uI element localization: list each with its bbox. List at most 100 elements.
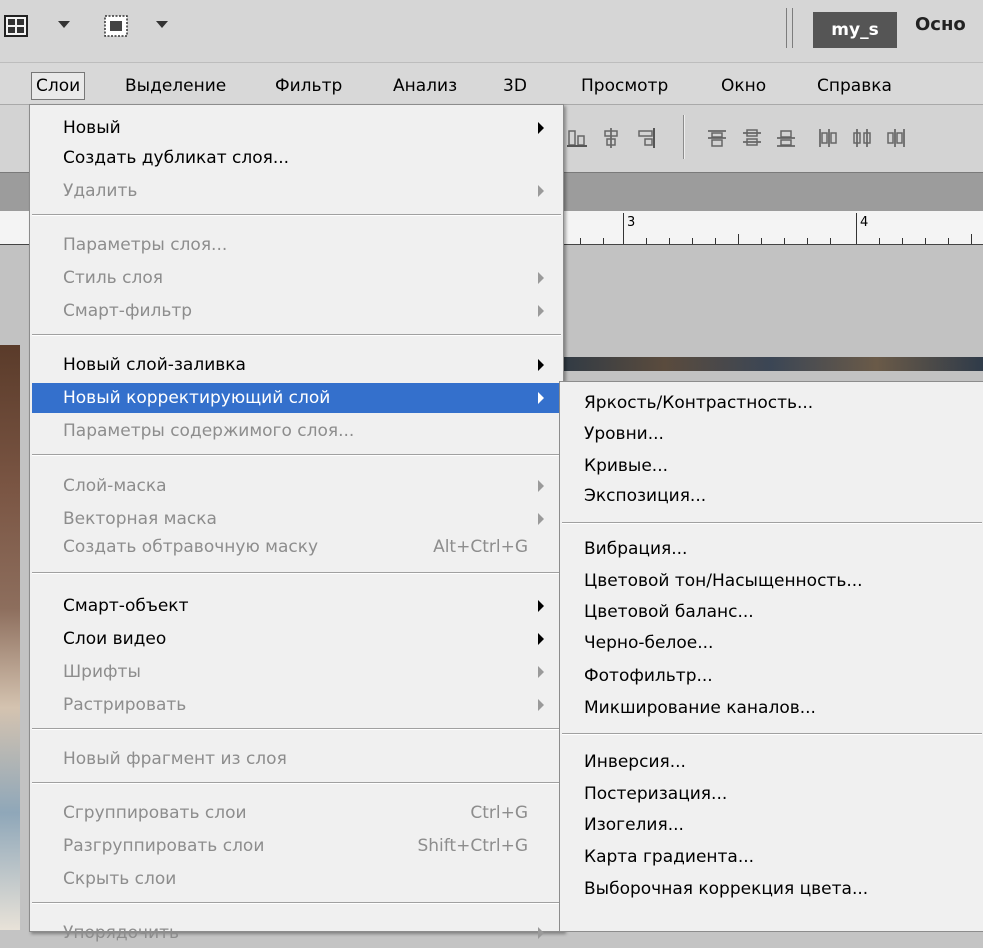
align-bottom-edges-icon[interactable] — [566, 127, 588, 149]
ruler-tick — [971, 234, 972, 244]
menu-item-layer-style[interactable]: Стиль слоя — [32, 263, 561, 293]
menu-3d[interactable]: 3D — [503, 73, 527, 99]
menu-item-hide-layers[interactable]: Скрыть слои — [32, 864, 561, 894]
submenu-item-gradient-map[interactable]: Карта градиента... — [562, 842, 982, 872]
submenu-item-label: Цветовой тон/Насыщенность... — [584, 571, 863, 591]
submenu-item-black-white[interactable]: Черно-белое... — [562, 628, 982, 658]
workspace-next-button[interactable]: Осно — [915, 14, 966, 35]
submenu-item-vibrance[interactable]: Вибрация... — [562, 534, 982, 564]
menu-item-rasterize[interactable]: Растрировать — [32, 690, 561, 720]
submenu-arrow-icon — [538, 305, 544, 317]
menu-filter[interactable]: Фильтр — [275, 73, 342, 99]
submenu-separator — [562, 733, 982, 735]
ruler-tick — [692, 238, 693, 244]
menu-item-ungroup-layers[interactable]: Разгруппировать слои Shift+Ctrl+G — [32, 831, 561, 861]
menu-item-label: Смарт-фильтр — [63, 301, 193, 321]
submenu-item-hue-saturation[interactable]: Цветовой тон/Насыщенность... — [562, 566, 982, 596]
menu-item-delete[interactable]: Удалить — [32, 176, 561, 206]
submenu-item-color-balance[interactable]: Цветовой баланс... — [562, 597, 982, 627]
menu-separator — [32, 902, 561, 904]
menu-item-duplicate-layer[interactable]: Создать дубликат слоя... — [32, 143, 561, 173]
ruler-tick — [669, 238, 670, 244]
menu-item-arrange[interactable]: Упорядочить — [32, 918, 561, 948]
menu-analysis[interactable]: Анализ — [393, 73, 457, 99]
submenu-arrow-icon — [538, 480, 544, 492]
menu-item-label: Новый фрагмент из слоя — [63, 749, 287, 769]
menu-item-label: Векторная маска — [63, 509, 217, 529]
menu-item-label: Слои видео — [63, 629, 167, 649]
submenu-item-label: Фотофильтр... — [584, 666, 713, 686]
arrange-documents-icon[interactable] — [4, 14, 28, 38]
menu-item-new-slice-from-layer[interactable]: Новый фрагмент из слоя — [32, 744, 561, 774]
menu-help[interactable]: Справка — [817, 73, 892, 99]
menu-separator — [32, 782, 561, 784]
menu-item-layer-properties[interactable]: Параметры слоя... — [32, 230, 561, 260]
ruler-tick — [623, 213, 624, 244]
menu-item-smart-object[interactable]: Смарт-объект — [32, 591, 561, 621]
align-horizontal-centers-icon[interactable] — [600, 127, 622, 149]
screen-mode-icon[interactable] — [104, 14, 128, 38]
menu-item-group-layers[interactable]: Сгруппировать слои Ctrl+G — [32, 798, 561, 828]
menu-separator — [32, 214, 561, 216]
photo-top-edge — [558, 357, 983, 371]
menu-item-vector-mask[interactable]: Векторная маска — [32, 504, 561, 534]
adjustment-layer-submenu: Яркость/Контрастность... Уровни... Кривы… — [559, 381, 983, 932]
submenu-separator — [562, 522, 982, 524]
shortcut-label: Shift+Ctrl+G — [417, 836, 528, 856]
submenu-item-curves[interactable]: Кривые... — [562, 451, 982, 481]
submenu-arrow-icon — [538, 666, 544, 678]
submenu-item-label: Карта градиента... — [584, 847, 755, 867]
menu-item-label: Упорядочить — [63, 923, 180, 943]
menu-item-new-adjustment-layer[interactable]: Новый корректирующий слой — [32, 383, 561, 413]
submenu-item-label: Инверсия... — [584, 752, 686, 772]
submenu-item-levels[interactable]: Уровни... — [562, 419, 982, 449]
submenu-item-brightness-contrast[interactable]: Яркость/Контрастность... — [562, 388, 982, 418]
menu-item-smart-filter[interactable]: Смарт-фильтр — [32, 296, 561, 326]
distribute-horizontal-centers-icon[interactable] — [851, 127, 873, 149]
submenu-item-label: Кривые... — [584, 456, 669, 476]
align-right-edges-icon[interactable] — [635, 127, 657, 149]
menu-layers[interactable]: Слои — [31, 72, 86, 100]
submenu-arrow-icon — [538, 359, 544, 371]
distribute-right-edges-icon[interactable] — [885, 127, 907, 149]
submenu-item-posterize[interactable]: Постеризация... — [562, 779, 982, 809]
submenu-item-selective-color[interactable]: Выборочная коррекция цвета... — [562, 874, 982, 904]
submenu-arrow-icon — [538, 122, 544, 134]
submenu-item-label: Яркость/Контрастность... — [584, 393, 814, 413]
ruler-label: 3 — [627, 215, 636, 230]
menu-window[interactable]: Окно — [721, 73, 766, 99]
menu-item-label: Параметры слоя... — [63, 235, 228, 255]
submenu-item-label: Микширование каналов... — [584, 698, 816, 718]
submenu-item-threshold[interactable]: Изогелия... — [562, 810, 982, 840]
menu-view[interactable]: Просмотр — [581, 73, 668, 99]
shortcut-label: Alt+Ctrl+G — [433, 537, 528, 557]
submenu-item-channel-mixer[interactable]: Микширование каналов... — [562, 693, 982, 723]
menu-separator — [32, 334, 561, 336]
distribute-top-edges-icon[interactable] — [706, 127, 728, 149]
submenu-item-exposure[interactable]: Экспозиция... — [562, 481, 982, 511]
menu-item-video-layers[interactable]: Слои видео — [32, 624, 561, 654]
arrange-dropdown-arrow-icon[interactable] — [58, 21, 70, 28]
menu-item-label: Слой-маска — [63, 476, 167, 496]
ruler-tick — [807, 238, 808, 244]
screen-mode-dropdown-arrow-icon[interactable] — [156, 21, 168, 28]
menu-item-type[interactable]: Шрифты — [32, 657, 561, 687]
workspace-active-button[interactable]: my_s — [813, 12, 897, 48]
distribute-vertical-centers-icon[interactable] — [741, 127, 763, 149]
menu-item-layer-content-options[interactable]: Параметры содержимого слоя... — [32, 416, 561, 446]
menu-item-new[interactable]: Новый — [32, 113, 561, 143]
submenu-item-photo-filter[interactable]: Фотофильтр... — [562, 661, 982, 691]
submenu-item-invert[interactable]: Инверсия... — [562, 747, 982, 777]
layer-menu-dropdown: Новый Создать дубликат слоя... Удалить П… — [29, 104, 564, 943]
menu-item-label: Удалить — [63, 181, 138, 201]
menu-item-new-fill-layer[interactable]: Новый слой-заливка — [32, 350, 561, 380]
distribute-left-edges-icon[interactable] — [817, 127, 839, 149]
ruler-tick — [646, 238, 647, 244]
distribute-bottom-edges-icon[interactable] — [775, 127, 797, 149]
menu-item-layer-mask[interactable]: Слой-маска — [32, 471, 561, 501]
photo-left-edge — [0, 345, 20, 930]
menu-item-create-clipping-mask[interactable]: Создать обтравочную маску Alt+Ctrl+G — [32, 532, 561, 562]
submenu-arrow-icon — [538, 633, 544, 645]
menu-item-label: Новый — [63, 118, 121, 138]
menu-select[interactable]: Выделение — [125, 73, 226, 99]
